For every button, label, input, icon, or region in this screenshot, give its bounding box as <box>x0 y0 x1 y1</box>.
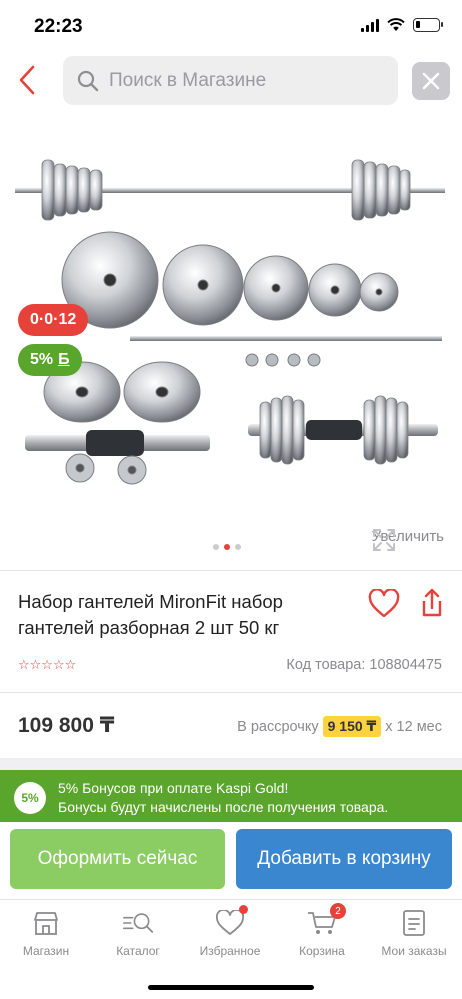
notification-dot <box>239 905 248 914</box>
installment-prefix: В рассрочку <box>237 718 319 735</box>
status-icons <box>361 18 443 32</box>
status-time: 22:23 <box>34 16 83 37</box>
gallery-pagination <box>213 544 241 550</box>
add-to-cart-button[interactable]: Добавить в корзину <box>236 829 452 889</box>
search-input[interactable] <box>109 69 379 92</box>
tab-bar: Магазин Каталог Избранное 2 Корзина Мои … <box>0 899 462 999</box>
bonus-text-line1: 5% Бонусов при оплате Kaspi Gold! <box>58 780 289 796</box>
orders-icon <box>398 908 430 938</box>
installment-badge: 0·0·12 <box>18 304 89 336</box>
bonus-circle: 5% <box>14 782 46 814</box>
bonus-badge-percent: 5% <box>30 351 54 368</box>
zoom-button[interactable]: Увеличить <box>372 528 444 551</box>
bonus-text-line2: Бонусы будут начислены после получения т… <box>58 799 389 815</box>
product-gallery[interactable]: 0·0·12 5% Б Увеличить <box>0 130 462 560</box>
tab-favorites[interactable]: Избранное <box>184 905 276 958</box>
catalog-search-icon <box>122 908 154 938</box>
bonus-badge-currency: Б <box>58 351 70 368</box>
rating-stars[interactable]: ☆☆☆☆☆ <box>18 657 76 673</box>
pagination-dot-active[interactable] <box>224 544 230 550</box>
installment-amount: 9 150 ₸ <box>322 716 382 737</box>
section-separator <box>0 758 462 770</box>
status-bar: 22:23 <box>0 0 462 52</box>
tab-label: Корзина <box>299 944 345 958</box>
battery-icon <box>413 18 443 32</box>
close-icon <box>422 72 440 90</box>
search-box[interactable] <box>63 56 398 105</box>
divider <box>0 692 462 693</box>
favorite-button[interactable] <box>368 588 400 621</box>
pagination-dot[interactable] <box>235 544 241 550</box>
expand-icon <box>372 529 395 551</box>
buy-now-button[interactable]: Оформить сейчас <box>10 829 225 889</box>
shop-icon <box>30 908 62 938</box>
wifi-icon <box>387 18 405 31</box>
pagination-dot[interactable] <box>213 544 219 550</box>
installment-info: В рассрочку 9 150 ₸ x 12 мес <box>237 716 442 737</box>
cellular-signal-icon <box>361 18 379 32</box>
bonus-badge: 5% Б <box>18 344 82 376</box>
tab-shop[interactable]: Магазин <box>0 908 92 958</box>
tab-orders[interactable]: Мои заказы <box>368 908 460 958</box>
share-icon <box>422 588 442 617</box>
search-icon <box>77 70 99 91</box>
product-code: Код товара: 108804475 <box>286 657 442 673</box>
product-title: Набор гантелей MironFit набор гантелей р… <box>18 591 283 638</box>
home-indicator[interactable] <box>148 985 314 990</box>
back-button[interactable] <box>14 64 40 96</box>
search-header <box>0 56 462 106</box>
divider <box>0 570 462 571</box>
cart-icon: 2 <box>306 903 346 938</box>
cart-count-badge: 2 <box>330 903 346 919</box>
tab-label: Мои заказы <box>381 944 447 958</box>
tab-label: Каталог <box>116 944 160 958</box>
tab-catalog[interactable]: Каталог <box>92 908 184 958</box>
tab-label: Магазин <box>22 944 70 958</box>
installment-suffix: x 12 мес <box>385 718 442 735</box>
product-price: 109 800 ₸ <box>18 714 115 737</box>
clear-search-button[interactable] <box>412 62 450 100</box>
tab-label: Избранное <box>199 944 261 958</box>
tab-cart[interactable]: 2 Корзина <box>276 903 368 958</box>
heart-icon <box>214 905 248 938</box>
bonus-banner: 5% 5% Бонусов при оплате Kaspi Gold! Бон… <box>0 770 462 822</box>
chevron-left-icon <box>19 65 35 95</box>
heart-icon <box>368 588 400 618</box>
share-button[interactable] <box>420 588 446 620</box>
